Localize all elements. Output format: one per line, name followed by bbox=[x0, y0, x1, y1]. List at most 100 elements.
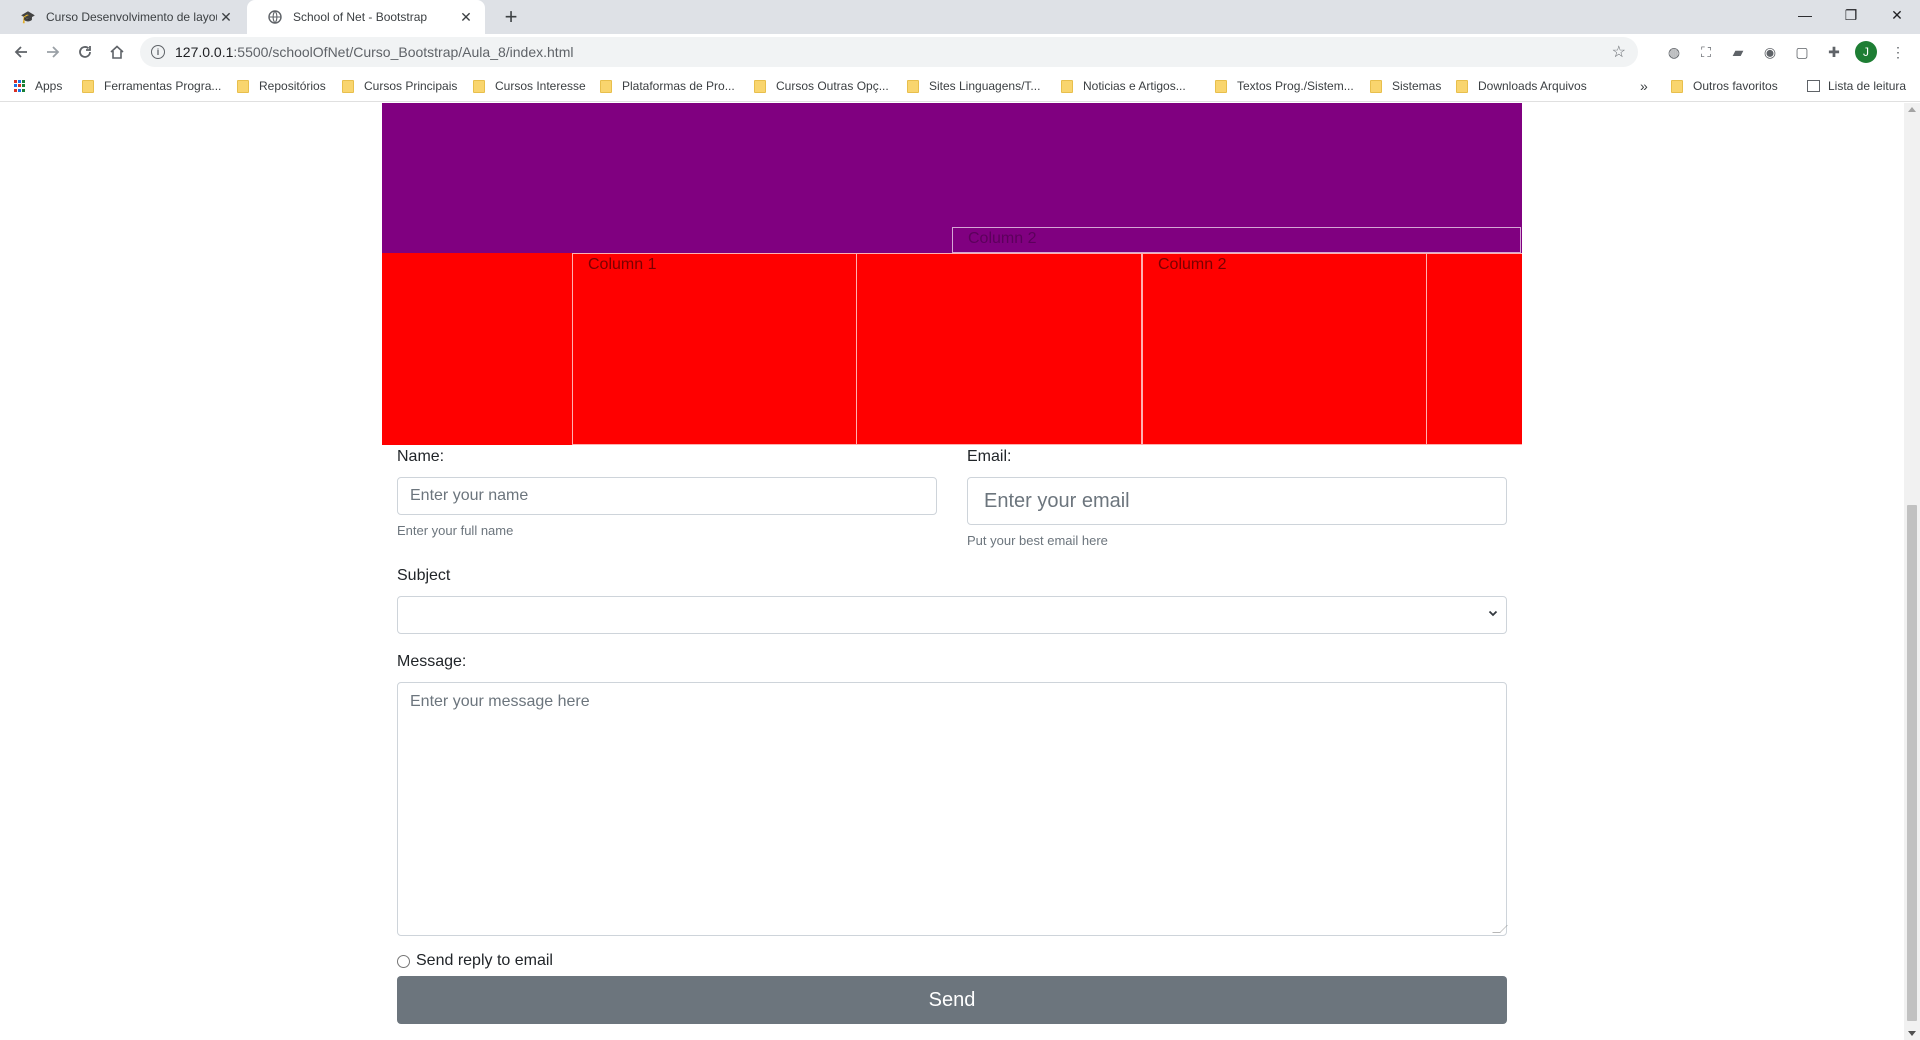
subject-select[interactable] bbox=[397, 596, 1507, 634]
bookmarks-bar: Apps Ferramentas Progra... Repositórios … bbox=[0, 70, 1920, 102]
page-viewport: Column 2 Column 1 Column 2 Name: Enter y… bbox=[0, 103, 1904, 1040]
red-column-1: Column 1 bbox=[572, 253, 857, 445]
bookmark-other-favorites[interactable]: Outros favoritos bbox=[1671, 70, 1778, 102]
globe-icon bbox=[267, 9, 283, 25]
address-bar[interactable]: i 127.0.0.1:5500/schoolOfNet/Curso_Boots… bbox=[140, 37, 1638, 67]
forward-arrow-icon[interactable] bbox=[39, 38, 67, 66]
subject-label: Subject bbox=[397, 567, 451, 584]
bookmark-label: Sites Linguagens/T... bbox=[929, 79, 1041, 93]
bookmark-folder[interactable]: Repositórios bbox=[237, 70, 326, 102]
message-label: Message: bbox=[397, 653, 467, 670]
red-column-spacer bbox=[857, 253, 1142, 445]
course-favicon-icon: 🎓 bbox=[20, 10, 36, 24]
page-scrollbar[interactable] bbox=[1904, 103, 1920, 1040]
tab-title: School of Net - Bootstrap bbox=[293, 10, 428, 24]
screen-capture-icon[interactable]: ⛶ bbox=[1696, 42, 1716, 62]
close-tab-icon[interactable]: ✕ bbox=[457, 8, 475, 26]
site-info-icon[interactable]: i bbox=[151, 45, 165, 59]
email-input[interactable]: Enter your email bbox=[967, 477, 1507, 525]
close-tab-icon[interactable]: ✕ bbox=[217, 8, 235, 26]
tab-title: Curso Desenvolvimento de layout bbox=[46, 10, 217, 24]
bookmark-apps[interactable]: Apps bbox=[14, 70, 62, 102]
folder-icon bbox=[1671, 79, 1683, 93]
bookmark-label: Outros favoritos bbox=[1693, 79, 1778, 93]
bookmarks-overflow-button[interactable]: » bbox=[1640, 70, 1648, 102]
name-input[interactable]: Enter your name bbox=[397, 477, 937, 515]
bookmark-folder[interactable]: Sites Linguagens/T... bbox=[907, 70, 1040, 102]
folder-icon bbox=[237, 79, 249, 93]
extension-circle-icon[interactable]: ◉ bbox=[1760, 42, 1780, 62]
folder-icon bbox=[1215, 79, 1227, 93]
folder-icon bbox=[600, 79, 612, 93]
folder-icon bbox=[82, 79, 94, 93]
bookmark-label: Cursos Interesse bbox=[495, 79, 586, 93]
puzzle-extensions-icon[interactable]: ✚ bbox=[1824, 42, 1844, 62]
red-column-2: Column 2 bbox=[1142, 253, 1427, 445]
bookmark-star-icon[interactable]: ☆ bbox=[1612, 42, 1626, 62]
scrollbar-thumb[interactable] bbox=[1907, 505, 1917, 1021]
folder-icon bbox=[1370, 79, 1382, 93]
bookmark-folder[interactable]: Cursos Principais bbox=[342, 70, 457, 102]
name-label: Name: bbox=[397, 448, 445, 465]
tab-school-of-net[interactable]: School of Net - Bootstrap ✕ bbox=[247, 0, 485, 34]
url-text: 127.0.0.1:5500/schoolOfNet/Curso_Bootstr… bbox=[175, 44, 573, 60]
bookmark-folder[interactable]: Textos Prog./Sistem... bbox=[1215, 70, 1354, 102]
browser-toolbar: i 127.0.0.1:5500/schoolOfNet/Curso_Boots… bbox=[0, 34, 1920, 70]
scroll-up-arrow-icon[interactable] bbox=[1908, 107, 1916, 112]
email-help-text: Put your best email here bbox=[967, 533, 1108, 548]
folder-icon bbox=[1456, 79, 1468, 93]
extension-blue-icon[interactable]: ▰ bbox=[1728, 42, 1748, 62]
close-window-icon[interactable]: ✕ bbox=[1874, 0, 1920, 30]
minimize-icon[interactable]: — bbox=[1782, 0, 1828, 30]
message-placeholder: Enter your message here bbox=[410, 693, 590, 710]
resize-grip-icon[interactable] bbox=[1492, 925, 1508, 933]
bookmark-label: Sistemas bbox=[1392, 79, 1442, 93]
send-button[interactable]: Send bbox=[397, 976, 1507, 1024]
bookmark-folder[interactable]: Sistemas bbox=[1370, 70, 1441, 102]
bookmark-label: Apps bbox=[35, 79, 63, 93]
home-icon[interactable] bbox=[103, 38, 131, 66]
send-reply-label: Send reply to email bbox=[416, 952, 553, 969]
send-reply-radio[interactable] bbox=[397, 955, 410, 968]
folder-icon bbox=[1061, 79, 1073, 93]
restore-icon[interactable]: ❐ bbox=[1828, 0, 1874, 30]
reload-icon[interactable] bbox=[71, 38, 99, 66]
bookmark-label: Textos Prog./Sistem... bbox=[1237, 79, 1354, 93]
folder-icon bbox=[342, 79, 354, 93]
bookmark-label: Repositórios bbox=[259, 79, 326, 93]
chevron-down-icon bbox=[1488, 607, 1498, 621]
bookmark-folder[interactable]: Plataformas de Pro... bbox=[600, 70, 735, 102]
purple-column-2: Column 2 bbox=[952, 227, 1521, 253]
url-host: 127.0.0.1 bbox=[175, 44, 234, 60]
bookmark-label: Cursos Outras Opç... bbox=[776, 79, 889, 93]
bookmark-folder[interactable]: Downloads Arquivos bbox=[1456, 70, 1587, 102]
profile-avatar[interactable]: J bbox=[1855, 41, 1877, 63]
message-textarea[interactable]: Enter your message here bbox=[397, 682, 1508, 936]
bookmark-folder[interactable]: Cursos Interesse bbox=[473, 70, 586, 102]
folder-icon bbox=[473, 79, 485, 93]
bookmark-folder[interactable]: Cursos Outras Opç... bbox=[754, 70, 889, 102]
tab-curso-desenvolvimento[interactable]: 🎓 Curso Desenvolvimento de layout ✕ bbox=[0, 0, 245, 34]
apps-grid-icon bbox=[14, 80, 26, 92]
new-tab-button[interactable]: + bbox=[498, 4, 524, 30]
reading-list-icon bbox=[1807, 80, 1820, 92]
menu-dots-icon[interactable]: ⋮ bbox=[1888, 42, 1908, 62]
url-path: :5500/schoolOfNet/Curso_Bootstrap/Aula_8… bbox=[233, 44, 574, 60]
name-help-text: Enter your full name bbox=[397, 523, 514, 538]
reading-list-button[interactable]: Lista de leitura bbox=[1807, 70, 1906, 102]
tab-strip: 🎓 Curso Desenvolvimento de layout ✕ Scho… bbox=[0, 0, 1920, 34]
bookmark-label: Lista de leitura bbox=[1828, 79, 1907, 93]
bookmark-label: Plataformas de Pro... bbox=[622, 79, 735, 93]
folder-icon bbox=[907, 79, 919, 93]
extension-square-icon[interactable]: ▢ bbox=[1792, 42, 1812, 62]
back-arrow-icon[interactable] bbox=[7, 38, 35, 66]
bookmark-label: Cursos Principais bbox=[364, 79, 458, 93]
bookmark-folder[interactable]: Ferramentas Progra... bbox=[82, 70, 221, 102]
scroll-down-arrow-icon[interactable] bbox=[1908, 1031, 1916, 1036]
bookmark-label: Noticias e Artigos... bbox=[1083, 79, 1186, 93]
email-label: Email: bbox=[967, 448, 1012, 465]
red-column-edge bbox=[1427, 253, 1522, 445]
extension-globe-icon[interactable]: ◍ bbox=[1664, 42, 1684, 62]
bookmark-label: Downloads Arquivos bbox=[1478, 79, 1587, 93]
bookmark-folder[interactable]: Noticias e Artigos... bbox=[1061, 70, 1186, 102]
